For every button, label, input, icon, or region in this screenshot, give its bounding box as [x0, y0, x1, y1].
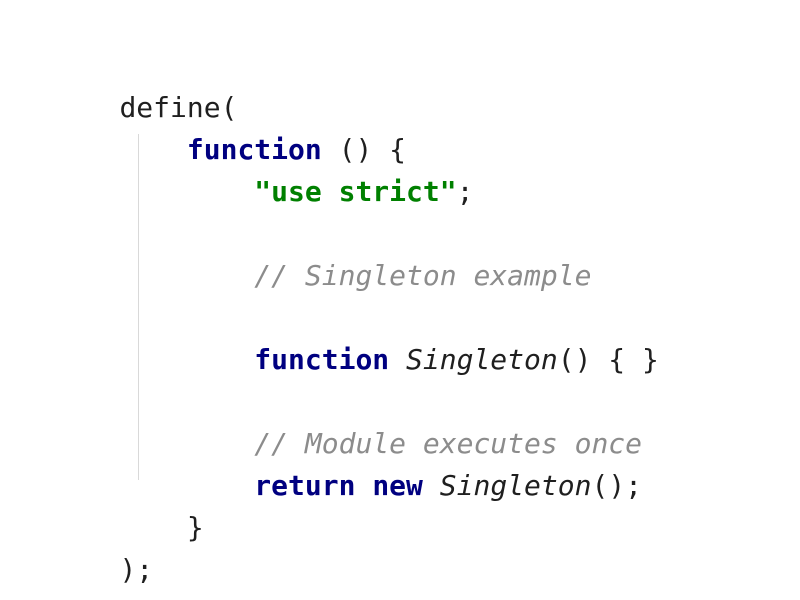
code-line-7: function Singleton() { } — [52, 306, 659, 376]
code-line-10: return new Singleton(); — [52, 432, 642, 502]
closing-paren: ); — [119, 553, 154, 586]
code-line-12: ); — [52, 516, 153, 586]
code-line-11: } — [52, 474, 204, 544]
code-line-1: define( — [52, 54, 237, 124]
semicolon: ; — [456, 175, 474, 208]
keyword-return: return — [254, 469, 356, 502]
code-line-9: // Module executes once — [52, 390, 642, 460]
constructor-name: Singleton — [439, 469, 592, 502]
call-parens: (); — [591, 469, 643, 502]
function-body: () { } — [557, 343, 659, 376]
code-line-3: "use strict"; — [52, 138, 473, 208]
code-line-2: function () { — [52, 96, 406, 166]
string-literal: "use strict" — [254, 175, 457, 208]
comment: // Singleton example — [254, 259, 592, 292]
function-name: Singleton — [406, 343, 558, 376]
keyword-new: new — [372, 469, 423, 502]
closing-brace: } — [186, 511, 204, 544]
code-editor[interactable]: define( function () { "use strict"; // S… — [0, 0, 800, 600]
keyword-function: function — [254, 343, 390, 376]
code-line-5: // Singleton example — [52, 222, 591, 292]
